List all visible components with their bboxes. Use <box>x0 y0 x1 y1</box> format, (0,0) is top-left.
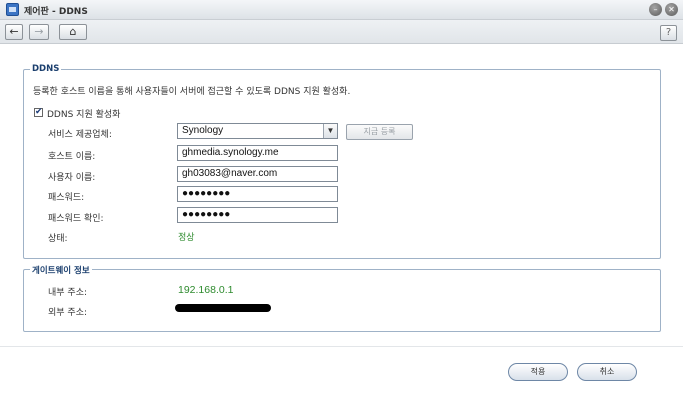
cancel-button[interactable]: 취소 <box>577 363 637 381</box>
close-icon[interactable]: ✕ <box>665 3 678 16</box>
window-title: 제어판 - DDNS <box>24 7 88 17</box>
internal-address-value: 192.168.0.1 <box>178 284 234 296</box>
username-label: 사용자 이름: <box>48 173 96 183</box>
back-icon[interactable]: ← <box>5 24 23 40</box>
minimize-icon[interactable]: – <box>649 3 662 16</box>
enable-ddns-label[interactable]: DDNS 지원 활성화 <box>47 107 120 120</box>
toolbar: ← → ⌂ ? <box>0 20 683 44</box>
footer-divider <box>0 346 683 347</box>
external-address-label: 외부 주소: <box>48 308 88 318</box>
register-now-button[interactable]: 지금 등록 <box>346 124 413 140</box>
external-address-redaction <box>175 304 271 312</box>
control-panel-icon <box>6 3 19 16</box>
username-field[interactable]: gh03083@naver.com <box>177 166 338 182</box>
confirm-password-field[interactable]: ●●●●●●●● <box>177 207 338 223</box>
gateway-fieldset: 게이트웨이 정보 <box>23 264 661 332</box>
apply-button[interactable]: 적용 <box>508 363 568 381</box>
ddns-legend: DDNS <box>30 64 62 74</box>
gateway-legend: 게이트웨이 정보 <box>30 264 92 276</box>
help-icon[interactable]: ? <box>660 25 677 41</box>
ddns-description: 등록한 호스트 이름을 통해 사용자들이 서버에 접근할 수 있도록 DDNS … <box>33 87 351 97</box>
home-icon[interactable]: ⌂ <box>59 24 87 40</box>
ddns-fieldset: DDNS <box>23 64 661 259</box>
confirm-password-label: 패스워드 확인: <box>48 214 104 224</box>
forward-icon[interactable]: → <box>29 24 49 40</box>
chevron-down-icon[interactable]: ▼ <box>323 124 337 138</box>
title-bar: 제어판 - DDNS – ✕ <box>0 0 683 20</box>
provider-value: Synology <box>182 125 224 136</box>
hostname-field[interactable]: ghmedia.synology.me <box>177 145 338 161</box>
status-value: 정상 <box>178 233 195 243</box>
password-field[interactable]: ●●●●●●●● <box>177 186 338 202</box>
provider-label: 서비스 제공업체: <box>48 130 112 140</box>
enable-ddns-checkbox[interactable]: ✔ <box>34 108 43 117</box>
status-label: 상태: <box>48 234 68 244</box>
internal-address-label: 내부 주소: <box>48 288 88 298</box>
provider-select[interactable]: Synology ▼ <box>177 123 338 139</box>
hostname-label: 호스트 이름: <box>48 152 96 162</box>
password-label: 패스워드: <box>48 193 85 203</box>
